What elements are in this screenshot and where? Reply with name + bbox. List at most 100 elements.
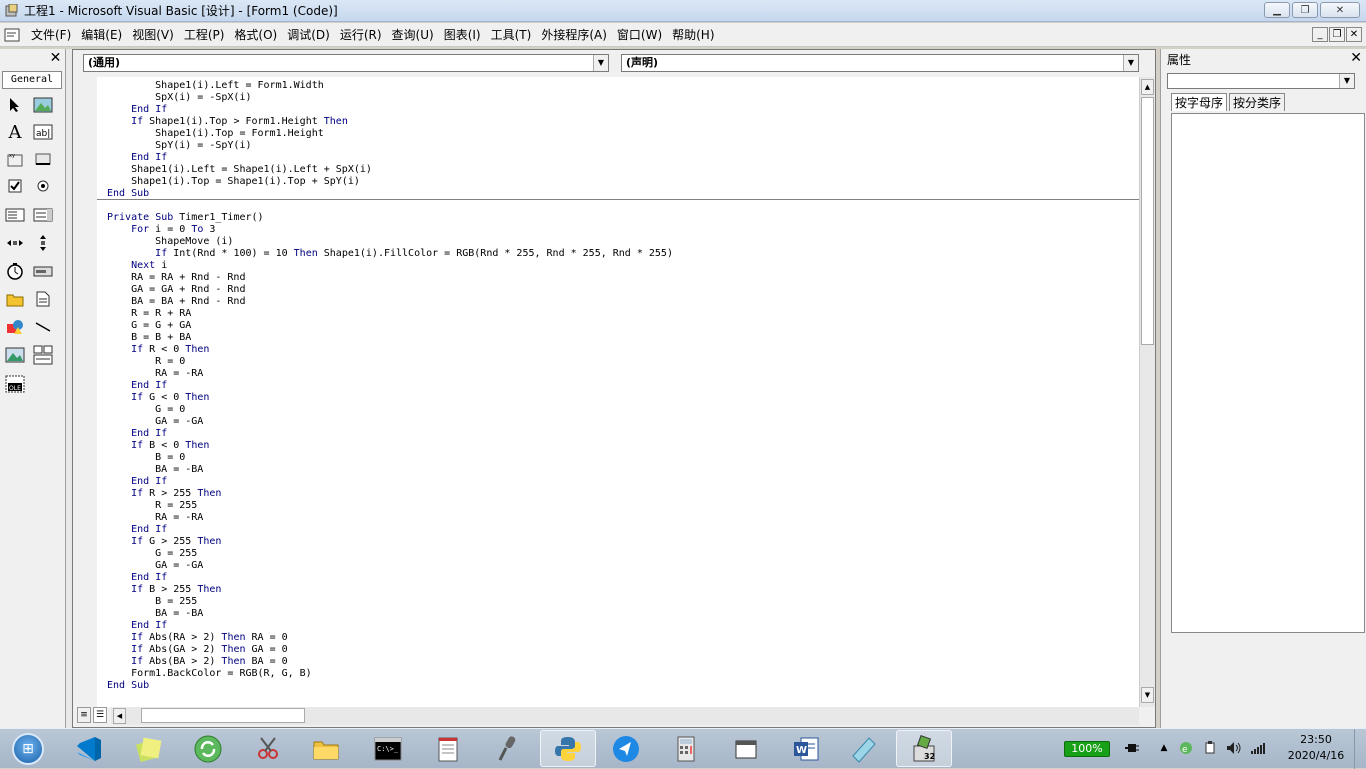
network-signal-icon[interactable] <box>1250 740 1266 756</box>
menu-format[interactable]: 格式(O) <box>229 23 282 47</box>
code-line[interactable]: Shape1(i).Top = Shape1(i).Top + SpY(i) <box>107 176 360 188</box>
code-line[interactable]: GA = -GA <box>107 560 203 572</box>
volume-icon[interactable] <box>1226 740 1242 756</box>
close-button[interactable]: ✕ <box>1320 2 1360 18</box>
shape-tool-icon[interactable] <box>4 316 26 338</box>
line-tool-icon[interactable] <box>32 316 54 338</box>
maximize-button[interactable]: ❐ <box>1292 2 1318 18</box>
code-line[interactable]: Shape1(i).Left = Shape1(i).Left + SpX(i) <box>107 164 372 176</box>
listbox-tool-icon[interactable] <box>32 204 54 226</box>
optionbutton-tool-icon[interactable] <box>32 175 54 197</box>
file-explorer-taskbar-icon[interactable] <box>298 730 354 767</box>
image-tool-icon[interactable] <box>4 344 26 366</box>
show-hidden-icons-icon[interactable]: ▲ <box>1156 740 1172 756</box>
code-line[interactable]: SpX(i) = -SpX(i) <box>107 92 251 104</box>
vertical-scrollbar[interactable]: ▲ ▼ <box>1139 77 1155 707</box>
code-line[interactable]: If G > 255 Then <box>107 536 221 548</box>
full-module-view-button[interactable]: ☰ <box>93 707 107 723</box>
menu-debug[interactable]: 调试(D) <box>282 23 335 47</box>
code-line[interactable]: End If <box>107 476 167 488</box>
dirlistbox-tool-icon[interactable] <box>4 288 26 310</box>
vertical-scroll-thumb[interactable] <box>1141 97 1154 345</box>
code-line[interactable]: Next i <box>107 260 167 272</box>
procedure-combo[interactable]: (声明) ▼ <box>621 54 1139 72</box>
code-line[interactable]: End Sub <box>107 188 149 200</box>
minimize-button[interactable]: ▁ <box>1264 2 1290 18</box>
textbox-tool-icon[interactable]: ab| <box>32 121 54 143</box>
menu-edit[interactable]: 编辑(E) <box>76 23 127 47</box>
feishu-taskbar-icon[interactable] <box>598 730 654 767</box>
menu-addins[interactable]: 外接程序(A) <box>536 23 612 47</box>
filelistbox-tool-icon[interactable] <box>32 288 54 310</box>
code-editor[interactable]: Shape1(i).Left = Form1.Width SpX(i) = -S… <box>97 77 1139 707</box>
vscode-taskbar-icon[interactable] <box>60 730 116 767</box>
code-line[interactable]: End If <box>107 152 167 164</box>
code-line[interactable]: If Abs(RA > 2) Then RA = 0 <box>107 632 288 644</box>
hscrollbar-tool-icon[interactable] <box>4 232 26 254</box>
frame-tool-icon[interactable]: xy <box>4 148 26 170</box>
start-button[interactable]: ⊞ <box>2 731 54 767</box>
code-line[interactable]: BA = BA + Rnd - Rnd <box>107 296 245 308</box>
code-line[interactable]: G = G + GA <box>107 320 191 332</box>
commandbutton-tool-icon[interactable] <box>32 148 54 170</box>
vb6-taskbar-icon[interactable]: 32 <box>896 730 952 767</box>
python-taskbar-icon[interactable] <box>540 730 596 767</box>
menu-run[interactable]: 运行(R) <box>335 23 387 47</box>
menu-diagram[interactable]: 图表(I) <box>439 23 486 47</box>
code-line[interactable]: GA = GA + Rnd - Rnd <box>107 284 245 296</box>
mdi-close-button[interactable]: ✕ <box>1346 27 1362 42</box>
drivelistbox-tool-icon[interactable] <box>32 260 54 282</box>
properties-grid[interactable] <box>1171 113 1365 633</box>
code-line[interactable]: ShapeMove (i) <box>107 236 233 248</box>
code-line[interactable]: Private Sub Timer1_Timer() <box>107 212 264 224</box>
notepad-taskbar-icon[interactable] <box>420 730 476 767</box>
power-plug-icon[interactable] <box>1124 740 1140 756</box>
pointer-tool-icon[interactable] <box>4 94 26 116</box>
code-line[interactable]: B = 255 <box>107 596 197 608</box>
menu-project[interactable]: 工程(P) <box>179 23 230 47</box>
chevron-down-icon[interactable]: ▼ <box>593 55 608 71</box>
usb-device-icon[interactable] <box>1202 740 1218 756</box>
sticky-notes-taskbar-icon[interactable] <box>120 730 176 767</box>
code-line[interactable]: GA = -GA <box>107 416 203 428</box>
code-line[interactable]: End Sub <box>107 680 149 692</box>
label-tool-icon[interactable]: A <box>4 121 26 143</box>
system-clock[interactable]: 23:50 2020/4/16 <box>1284 732 1348 764</box>
code-line[interactable]: RA = -RA <box>107 512 203 524</box>
code-line[interactable]: End If <box>107 572 167 584</box>
toolbox-tab-general[interactable]: General <box>2 71 62 89</box>
code-line[interactable]: If R < 0 Then <box>107 344 209 356</box>
toolbox-close-icon[interactable]: ✕ <box>48 51 63 66</box>
combobox-tool-icon[interactable] <box>4 204 26 226</box>
properties-close-icon[interactable]: ✕ <box>1350 50 1362 66</box>
tab-categorized[interactable]: 按分类序 <box>1229 93 1286 111</box>
code-line[interactable]: End If <box>107 524 167 536</box>
code-line[interactable]: B = B + BA <box>107 332 191 344</box>
menu-window[interactable]: 窗口(W) <box>612 23 667 47</box>
scroll-down-arrow-icon[interactable]: ▼ <box>1141 687 1154 703</box>
code-line[interactable]: If R > 255 Then <box>107 488 221 500</box>
code-line[interactable]: If B < 0 Then <box>107 440 209 452</box>
snipping-tool-taskbar-icon[interactable] <box>240 730 296 767</box>
window-taskbar-icon[interactable] <box>718 730 774 767</box>
procedure-view-button[interactable]: ≡ <box>77 707 91 723</box>
code-line[interactable]: RA = RA + Rnd - Rnd <box>107 272 245 284</box>
code-line[interactable]: If Abs(BA > 2) Then BA = 0 <box>107 656 288 668</box>
command-prompt-taskbar-icon[interactable]: C:\>_ <box>360 730 416 767</box>
mdi-minimize-button[interactable]: _ <box>1312 27 1328 42</box>
code-line[interactable]: End If <box>107 104 167 116</box>
code-line[interactable]: Shape1(i).Top = Form1.Height <box>107 128 324 140</box>
menu-query[interactable]: 查询(U) <box>387 23 439 47</box>
data-tool-icon[interactable] <box>32 344 54 366</box>
code-line[interactable]: G = 255 <box>107 548 197 560</box>
picturebox-tool-icon[interactable] <box>32 94 54 116</box>
mdi-restore-button[interactable]: ❐ <box>1329 27 1345 42</box>
chevron-down-icon[interactable]: ▼ <box>1123 55 1138 71</box>
menu-file[interactable]: 文件(F) <box>26 23 76 47</box>
code-line[interactable]: If Abs(GA > 2) Then GA = 0 <box>107 644 288 656</box>
horizontal-scroll-thumb[interactable] <box>141 708 305 723</box>
code-line[interactable]: If Shape1(i).Top > Form1.Height Then <box>107 116 348 128</box>
code-line[interactable]: Shape1(i).Left = Form1.Width <box>107 80 324 92</box>
code-line[interactable]: End If <box>107 428 167 440</box>
code-line[interactable]: For i = 0 To 3 <box>107 224 215 236</box>
